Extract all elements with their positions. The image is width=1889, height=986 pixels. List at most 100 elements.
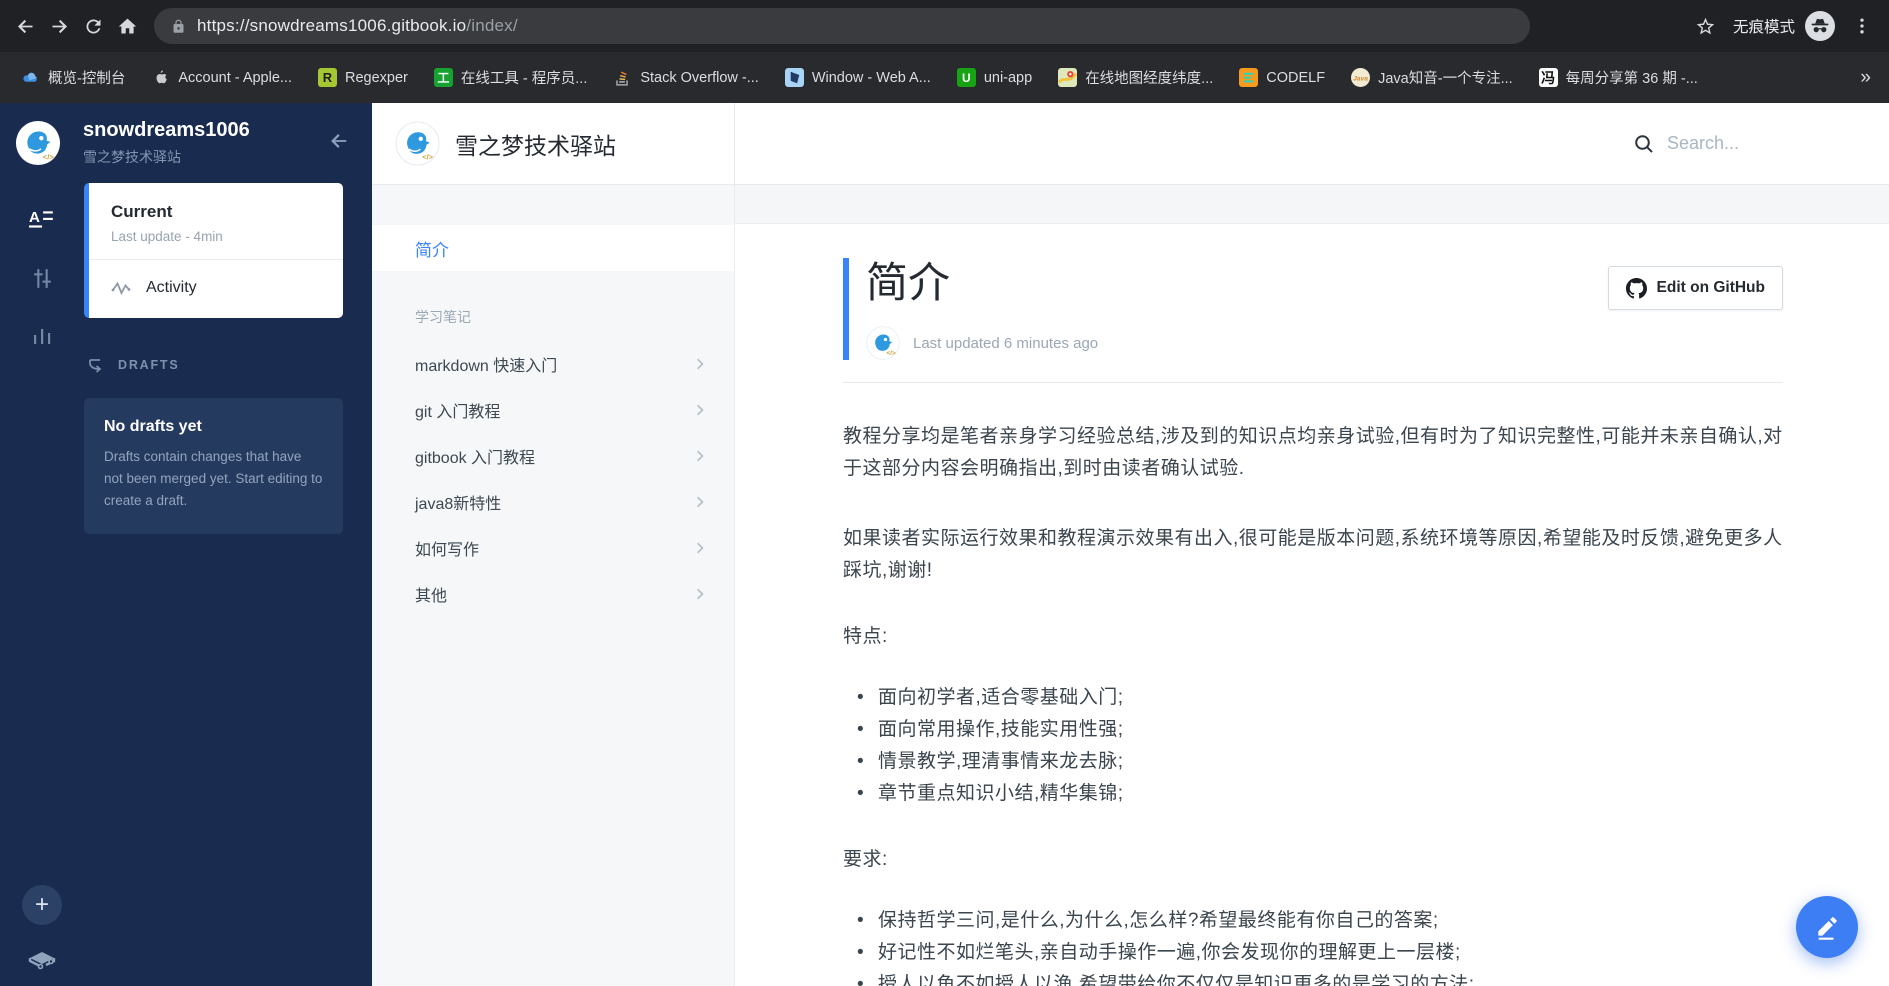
weekly-icon: 冯 <box>1539 68 1558 87</box>
svg-text:A: A <box>29 209 40 226</box>
bookmark-weekly-share[interactable]: 冯 每周分享第 36 期 -... <box>1526 62 1711 94</box>
list-item: 情景教学,理清事情来龙去脉; <box>843 746 1783 778</box>
toc-item-java8[interactable]: java8新特性 <box>372 479 734 525</box>
content-editor-tab[interactable]: A <box>29 207 55 233</box>
window-icon <box>785 68 804 87</box>
workspace-name: snowdreams1006 <box>83 119 250 142</box>
chevron-right-icon <box>692 402 708 418</box>
gitbook-book-icon[interactable] <box>26 942 58 970</box>
star-icon <box>1695 16 1716 37</box>
toc-item-gitbook[interactable]: gitbook 入门教程 <box>372 433 734 479</box>
analytics-tab[interactable] <box>29 323 55 349</box>
drafts-header-label: DRAFTS <box>118 358 180 372</box>
forward-button[interactable] <box>42 9 76 43</box>
drafts-section-header: DRAFTS <box>84 356 343 374</box>
stackoverflow-icon <box>613 68 632 87</box>
customization-tab[interactable] <box>29 265 55 291</box>
bookmark-stack-overflow[interactable]: Stack Overflow -... <box>600 62 771 94</box>
bookmark-online-map[interactable]: 在线地图经度纬度... <box>1045 62 1226 94</box>
toc-item-markdown[interactable]: markdown 快速入门 <box>372 341 734 387</box>
apple-icon <box>151 68 170 87</box>
sliders-icon <box>30 266 55 291</box>
workspace-avatar[interactable]: </> <box>15 120 61 166</box>
site-logo: </> <box>395 121 440 166</box>
bookmark-apple-account[interactable]: Account - Apple... <box>138 62 305 94</box>
home-button[interactable] <box>110 9 144 43</box>
last-updated-text: Last updated 6 minutes ago <box>913 335 1098 352</box>
site-title: 雪之梦技术驿站 <box>455 127 616 161</box>
bookmark-codelf[interactable]: CODELF <box>1226 62 1338 94</box>
drafts-empty-body: Drafts contain changes that have not bee… <box>104 446 323 512</box>
toc-item-intro-active[interactable]: 简介 <box>372 225 734 271</box>
incognito-icon[interactable] <box>1805 11 1835 41</box>
list-item: 好记性不如烂笔头,亲自动手操作一遍,你会发现你的理解更上一层楼; <box>843 937 1783 969</box>
chevron-right-icon <box>692 494 708 510</box>
bookmark-uni-app[interactable]: U uni-app <box>944 62 1045 94</box>
bookmark-overview-console[interactable]: 概览-控制台 <box>8 62 138 94</box>
bookmark-window-web[interactable]: Window - Web A... <box>772 62 944 94</box>
current-version-row[interactable]: Current Last update - 4min <box>89 183 343 259</box>
list-item: 保持哲学三问,是什么,为什么,怎么样?希望最终能有你自己的答案; <box>843 905 1783 937</box>
author-avatar: </> <box>866 326 900 360</box>
drafts-empty-card: No drafts yet Drafts contain changes tha… <box>84 398 343 534</box>
search-input[interactable] <box>1667 133 1827 154</box>
features-label: 特点: <box>843 621 1783 653</box>
article-divider <box>843 382 1783 383</box>
current-subtitle: Last update - 4min <box>111 229 327 244</box>
requirements-list: 保持哲学三问,是什么,为什么,怎么样?希望最终能有你自己的答案; 好记性不如烂笔… <box>843 905 1783 986</box>
lock-icon <box>171 19 186 34</box>
incognito-label: 无痕模式 <box>1733 15 1795 37</box>
toc-item-writing[interactable]: 如何写作 <box>372 525 734 571</box>
refresh-button[interactable] <box>76 9 110 43</box>
refresh-icon <box>83 16 104 37</box>
regexper-icon: R <box>318 68 337 87</box>
toc-sidebar: 简介 学习笔记 markdown 快速入门 git 入门教程 gitbook 入… <box>372 185 735 986</box>
github-icon <box>1626 278 1647 299</box>
back-button[interactable] <box>8 9 42 43</box>
browser-menu-button[interactable] <box>1845 9 1879 43</box>
kebab-menu-icon <box>1852 16 1872 36</box>
list-item: 面向初学者,适合零基础入门; <box>843 682 1783 714</box>
list-item: 授人以鱼不如授人以渔,希望带给你不仅仅是知识更多的是学习的方法; <box>843 969 1783 986</box>
workspace-header: </> snowdreams1006 雪之梦技术驿站 <box>0 103 372 183</box>
address-bar[interactable]: https://snowdreams1006.gitbook.io/index/ <box>154 8 1530 44</box>
cloud-icon <box>21 68 40 87</box>
edit-on-github-label: Edit on GitHub <box>1657 279 1765 297</box>
search-box[interactable] <box>1634 133 1889 154</box>
bookmarks-overflow-chevron[interactable]: » <box>1860 67 1881 89</box>
add-content-button[interactable]: + <box>22 885 62 925</box>
bookmark-regexper[interactable]: R Regexper <box>305 62 421 94</box>
bookmark-online-tools[interactable]: 工 在线工具 - 程序员... <box>421 62 600 94</box>
article-sheet: 简介 </> Last updated 6 minutes ago <box>735 223 1889 986</box>
browser-toolbar: https://snowdreams1006.gitbook.io/index/… <box>0 0 1889 52</box>
site-brand[interactable]: </> 雪之梦技术驿站 <box>372 103 735 184</box>
search-icon <box>1634 134 1654 154</box>
toc-item-other[interactable]: 其他 <box>372 571 734 617</box>
toc-section-label: 学习笔记 <box>415 307 734 327</box>
java-icon: Java <box>1351 68 1370 87</box>
edit-fab-button[interactable] <box>1796 896 1858 958</box>
activity-label: Activity <box>146 279 197 297</box>
chevron-right-icon <box>692 540 708 556</box>
site-header: </> 雪之梦技术驿站 <box>372 103 1889 185</box>
workspace-sidebar: </> snowdreams1006 雪之梦技术驿站 A <box>0 103 372 986</box>
svg-text:</>: </> <box>887 350 896 357</box>
workspace-rail: A <box>0 183 84 534</box>
page-title: 简介 <box>866 258 1098 308</box>
chevron-right-icon <box>692 448 708 464</box>
current-version-card[interactable]: Current Last update - 4min Activity <box>84 183 343 318</box>
bookmark-java-zhiyin[interactable]: Java Java知音-一个专注... <box>1338 62 1526 94</box>
chevron-right-icon <box>692 586 708 602</box>
gitbook-app: </> snowdreams1006 雪之梦技术驿站 A <box>0 103 1889 986</box>
list-item: 面向常用操作,技能实用性强; <box>843 714 1783 746</box>
collapse-sidebar-button[interactable] <box>328 130 350 157</box>
current-title: Current <box>111 202 327 222</box>
activity-row[interactable]: Activity <box>89 260 343 318</box>
workspace-subtitle: 雪之梦技术驿站 <box>83 147 250 167</box>
list-item: 章节重点知识小结,精华集锦; <box>843 778 1783 810</box>
toc-item-git[interactable]: git 入门教程 <box>372 387 734 433</box>
edit-on-github-button[interactable]: Edit on GitHub <box>1608 266 1783 310</box>
home-icon <box>117 16 138 37</box>
chevron-right-icon <box>692 356 708 372</box>
bookmark-star-button[interactable] <box>1689 9 1723 43</box>
